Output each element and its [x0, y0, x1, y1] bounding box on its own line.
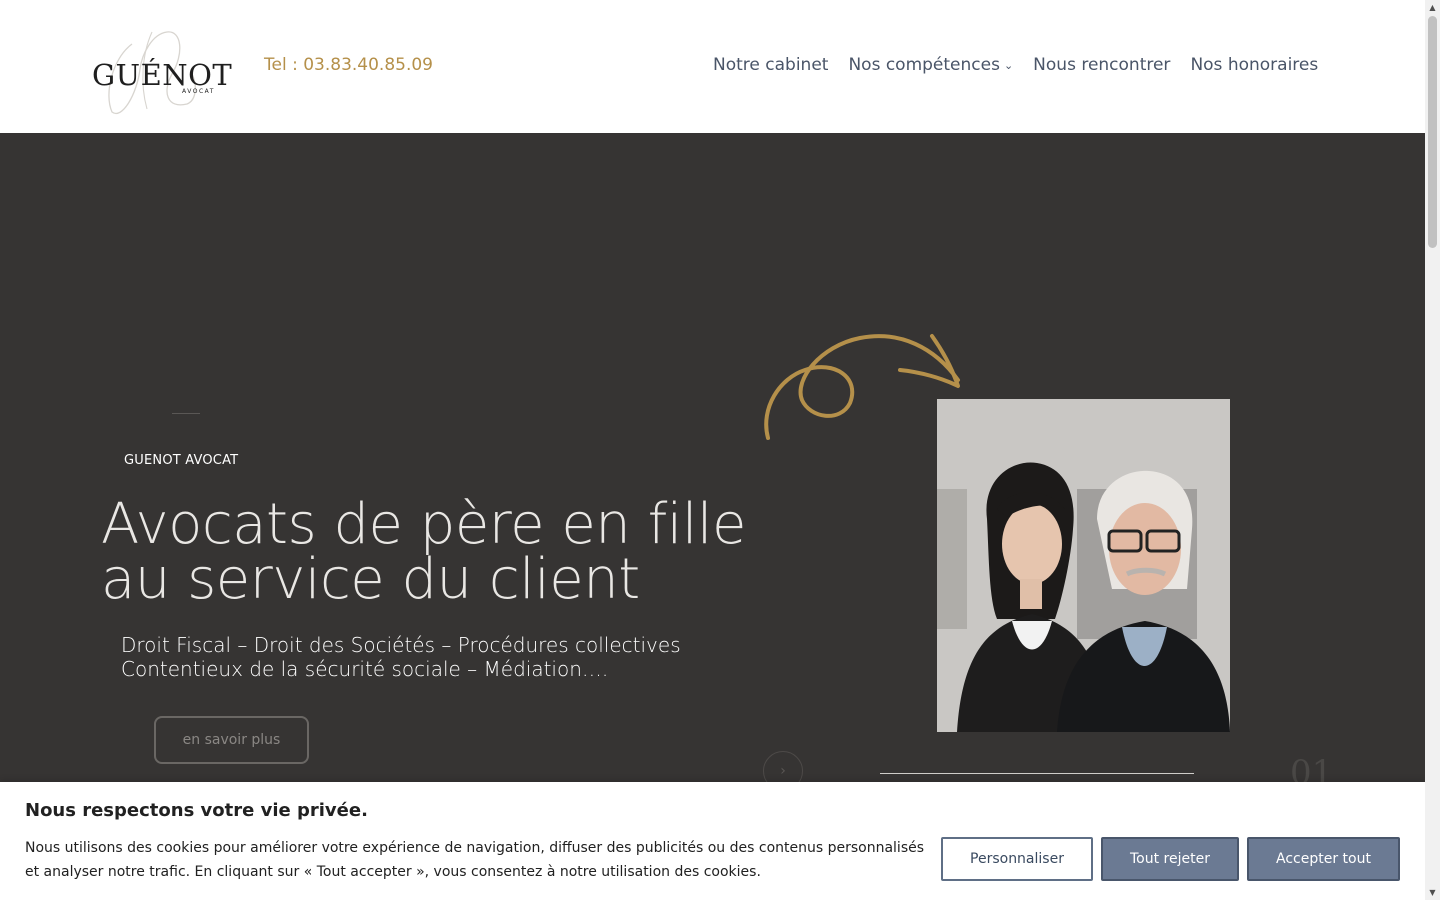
site-logo[interactable]: GUÉNOT AVOCAT: [92, 24, 233, 118]
hero-eyebrow: GUENOT AVOCAT: [124, 453, 239, 468]
nav-item-label: Nos compétences: [848, 55, 1000, 75]
headline-line: Avocats de père en fille: [101, 492, 746, 557]
site-header: GUÉNOT AVOCAT Tel : 03.83.40.85.09 Notre…: [0, 0, 1425, 133]
headline-line: au service du client: [101, 547, 640, 612]
arrow-right-icon: ›: [780, 763, 786, 779]
cookie-banner: Nous respectons votre vie privée. Nous u…: [0, 782, 1425, 900]
customize-cookies-button[interactable]: Personnaliser: [941, 837, 1093, 881]
logo-name: GUÉNOT: [92, 58, 233, 92]
hero-headline: Avocats de père en fille au service du c…: [101, 492, 781, 612]
phone-link[interactable]: Tel : 03.83.40.85.09: [264, 55, 433, 75]
subtitle-line: Contentieux de la sécurité sociale – Méd…: [121, 657, 609, 681]
nav-item-nos-honoraires[interactable]: Nos honoraires: [1190, 55, 1318, 75]
subtitle-line: Droit Fiscal – Droit des Sociétés – Proc…: [121, 633, 681, 657]
nav-item-label: Nos honoraires: [1190, 55, 1319, 75]
logo-subtitle: AVOCAT: [182, 88, 215, 95]
scrollbar-thumb[interactable]: [1428, 16, 1437, 248]
nav-item-label: Notre cabinet: [713, 55, 829, 75]
cookie-title: Nous respectons votre vie privée.: [25, 800, 368, 821]
lawyers-portrait-image: [937, 399, 1230, 732]
slider-progress-line: [880, 773, 1194, 774]
accept-all-button[interactable]: Accepter tout: [1247, 837, 1400, 881]
chevron-down-icon: ⌄: [1003, 58, 1014, 72]
nav-item-label: Nous rencontrer: [1033, 55, 1171, 75]
learn-more-button[interactable]: en savoir plus: [154, 716, 309, 764]
scroll-up-icon[interactable]: ▲: [1425, 0, 1440, 15]
hero-subtitle: Droit Fiscal – Droit des Sociétés – Proc…: [121, 633, 681, 681]
eyebrow-divider: [172, 413, 200, 414]
nav-item-notre-cabinet[interactable]: Notre cabinet: [713, 55, 828, 75]
nav-item-nos-competences[interactable]: Nos compétences ⌄: [848, 55, 1013, 75]
nav-item-nous-rencontrer[interactable]: Nous rencontrer: [1033, 55, 1170, 75]
page-scrollbar[interactable]: ▲ ▼: [1425, 0, 1440, 900]
main-nav: Notre cabinet Nos compétences ⌄ Nous renc…: [713, 55, 1318, 75]
cookie-text: Nous utilisons des cookies pour améliore…: [25, 840, 925, 880]
scroll-down-icon[interactable]: ▼: [1425, 885, 1440, 900]
portrait-illustration: [937, 399, 1230, 732]
reject-all-button[interactable]: Tout rejeter: [1101, 837, 1239, 881]
